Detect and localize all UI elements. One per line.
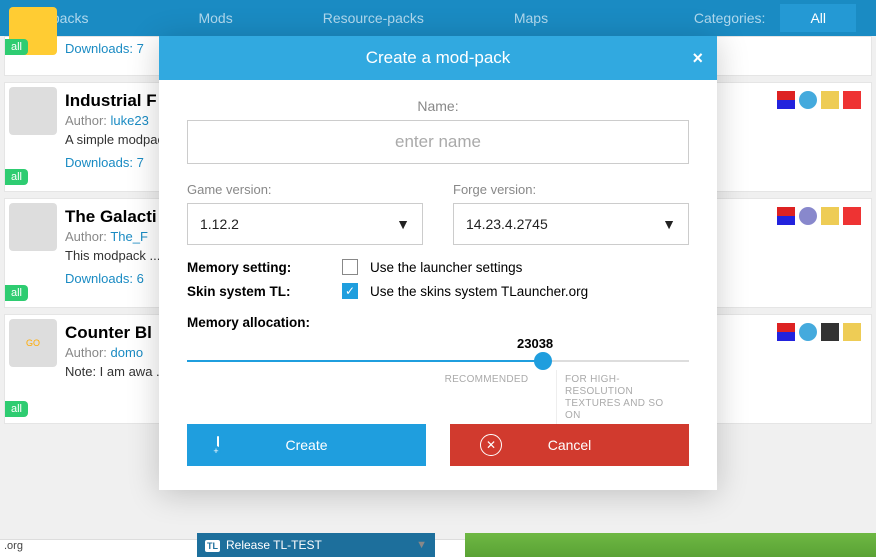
memory-slider[interactable]: 23038 RECOMMENDED FOR HIGH-RESOLUTION TE… (187, 336, 689, 396)
memory-allocation-label: Memory allocation: (187, 315, 689, 330)
modal-header: Create a mod-pack × (159, 36, 717, 80)
name-label: Name: (187, 98, 689, 114)
name-input[interactable] (187, 120, 689, 164)
chevron-down-icon: ▼ (662, 216, 676, 232)
game-version-select[interactable]: 1.12.2▼ (187, 203, 423, 245)
create-button[interactable]: Create (187, 424, 426, 466)
forge-version-select[interactable]: 14.23.4.2745▼ (453, 203, 689, 245)
cancel-button[interactable]: ✕ Cancel (450, 424, 689, 466)
slider-zones: RECOMMENDED FOR HIGH-RESOLUTION TEXTURES… (417, 370, 689, 426)
modal-overlay: Create a mod-pack × Name: Game version: … (0, 0, 876, 557)
memory-value: 23038 (517, 336, 553, 351)
close-icon[interactable]: × (692, 48, 703, 69)
document-plus-icon (217, 437, 219, 453)
create-modpack-modal: Create a mod-pack × Name: Game version: … (159, 36, 717, 490)
chevron-down-icon: ▼ (396, 216, 410, 232)
forge-version-label: Forge version: (453, 182, 689, 197)
slider-fill (187, 360, 542, 362)
slider-handle[interactable] (534, 352, 552, 370)
skin-system-label: Skin system TL: (187, 284, 342, 299)
close-circle-icon: ✕ (480, 434, 502, 456)
memory-setting-checkbox[interactable] (342, 259, 358, 275)
game-version-label: Game version: (187, 182, 423, 197)
modal-title: Create a mod-pack (366, 48, 511, 68)
skin-system-checkbox[interactable]: ✓ (342, 283, 358, 299)
memory-setting-label: Memory setting: (187, 260, 342, 275)
skin-system-text: Use the skins system TLauncher.org (370, 284, 588, 299)
memory-setting-text: Use the launcher settings (370, 260, 522, 275)
